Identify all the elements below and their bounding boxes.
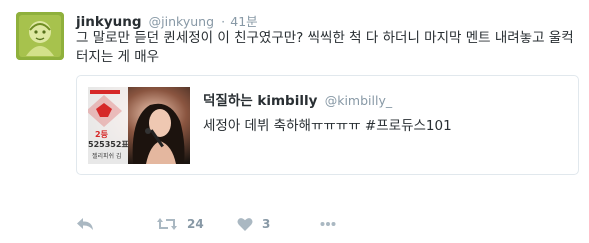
quoted-author-name[interactable]: 덕질하는 kimbilly: [203, 93, 317, 109]
reply-button[interactable]: [76, 213, 94, 235]
tweet: jinkyung @jinkyung · 41분 그 말로만 듣던 퀸세정이 이…: [0, 0, 589, 243]
quoted-tweet[interactable]: 2등 525352표 젤리피쉬 김 덕질하는 kimbilly @kimbill…: [76, 75, 579, 175]
author-name[interactable]: jinkyung: [76, 14, 142, 30]
more-icon: [320, 221, 336, 227]
retweet-icon: [156, 216, 178, 232]
timestamp[interactable]: 41분: [230, 14, 257, 29]
separator-dot: ·: [221, 14, 226, 29]
heart-icon: [237, 217, 253, 232]
quoted-header: 덕질하는 kimbilly @kimbilly_: [203, 89, 392, 109]
tweet-text: 그 말로만 듣던 퀸세정이 이 친구였구만? 씩씩한 척 다 하더니 마지막 멘…: [76, 30, 574, 65]
like-count: 3: [262, 217, 271, 231]
quoted-thumbnail[interactable]: 2등 525352표 젤리피쉬 김: [88, 87, 190, 164]
votes-label: 525352표: [88, 140, 129, 149]
quoted-author-handle[interactable]: @kimbilly_: [325, 93, 392, 108]
tweet-header: jinkyung @jinkyung · 41분: [76, 11, 258, 30]
retweet-button[interactable]: 24: [156, 213, 204, 235]
retweet-count: 24: [187, 217, 204, 231]
reply-icon: [76, 216, 94, 232]
avatar[interactable]: [16, 12, 64, 60]
caption-label: 젤리피쉬 김: [92, 153, 122, 160]
tweet-actions: 24 3: [76, 213, 476, 235]
more-button[interactable]: [320, 213, 336, 235]
author-handle[interactable]: @jinkyung: [149, 14, 214, 29]
like-button[interactable]: 3: [237, 213, 270, 235]
quoted-text: 세정아 데뷔 축하해ㅠㅠㅠㅠ #프로듀스101: [203, 118, 452, 134]
